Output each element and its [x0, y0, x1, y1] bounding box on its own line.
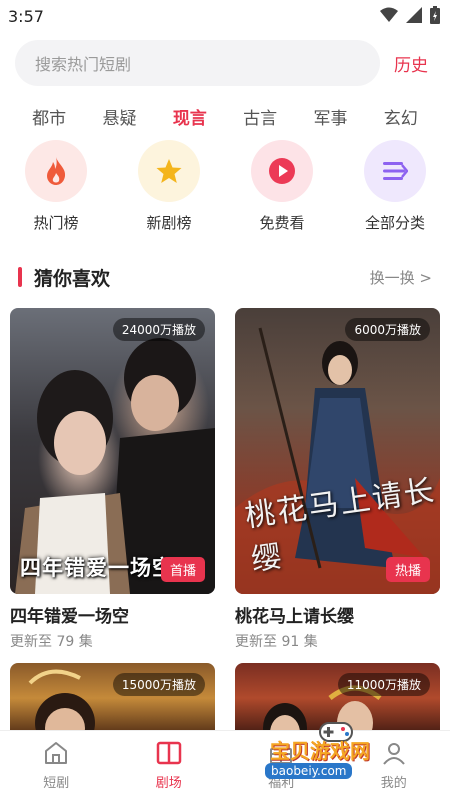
drama-card[interactable]: 24000万播放 四年错爱一场空 首播 四年错爱一场空 更新至 79 集	[10, 308, 215, 651]
watermark: 宝贝游戏网 baobeiy.com	[265, 722, 420, 785]
recommend-section-header: 猜你喜欢 换一换 >	[18, 262, 432, 292]
view-count: 11000万播放	[337, 673, 430, 696]
system-icons	[380, 6, 440, 24]
list-icon	[383, 162, 408, 180]
drama-title: 桃花马上请长缨	[235, 607, 354, 627]
view-count: 15000万播放	[112, 673, 205, 696]
signal-icon	[406, 7, 422, 23]
hot-rank-circle	[25, 140, 87, 202]
view-count: 24000万播放	[112, 318, 205, 341]
watermark-site: baobeiy.com	[265, 763, 353, 779]
drama-poster[interactable]: 6000万播放 桃花马上请长缨 热播	[235, 308, 440, 594]
drama-card[interactable]: 15000万播放	[10, 663, 215, 733]
episode-info: 更新至 91 集	[235, 634, 318, 650]
hot-rank-entry[interactable]: 热门榜	[11, 140, 101, 233]
free-watch-label: 免费看	[259, 214, 305, 232]
nav-item-theater[interactable]: 剧场	[113, 731, 226, 800]
tab-xuanyi[interactable]: 悬疑	[89, 104, 149, 129]
wifi-icon	[380, 7, 398, 22]
all-categories-entry[interactable]: 全部分类	[350, 140, 440, 233]
nav-label: 剧场	[155, 776, 182, 791]
nav-label: 短剧	[43, 776, 70, 791]
status-badge: 首播	[160, 557, 205, 582]
drama-poster[interactable]: 24000万播放 四年错爱一场空 首播	[10, 308, 215, 594]
drama-poster[interactable]: 15000万播放	[10, 663, 215, 733]
drama-card[interactable]: 6000万播放 桃花马上请长缨 热播 桃花马上请长缨 更新至 91 集	[235, 308, 440, 651]
status-bar: 3:57	[0, 0, 450, 32]
new-rank-entry[interactable]: 新剧榜	[124, 140, 214, 233]
all-categories-circle	[364, 140, 426, 202]
episode-info: 更新至 79 集	[10, 634, 93, 650]
flame-icon	[47, 157, 66, 185]
free-watch-entry[interactable]: 免费看	[237, 140, 327, 233]
home-icon	[45, 742, 68, 764]
section-title: 猜你喜欢	[34, 267, 111, 290]
tab-xuanhuan[interactable]: 玄幻	[371, 104, 431, 129]
view-count: 6000万播放	[345, 318, 430, 341]
quick-entries: 热门榜 新剧榜 免费看 全部分类	[0, 140, 450, 240]
drama-title: 四年错爱一场空	[10, 607, 129, 627]
nav-item-short-drama[interactable]: 短剧	[0, 731, 113, 800]
watermark-brand: 宝贝游戏网	[270, 739, 370, 763]
tab-guyan[interactable]: 古言	[230, 104, 290, 129]
free-watch-circle	[251, 140, 313, 202]
hot-rank-label: 热门榜	[33, 214, 79, 232]
refresh-button[interactable]: 换一换 >	[370, 267, 432, 288]
new-rank-circle	[138, 140, 200, 202]
category-tabs: 都市 悬疑 现言 古言 军事 玄幻	[0, 96, 450, 136]
star-icon	[156, 159, 182, 183]
search-row: 搜索热门短剧 历史	[15, 40, 440, 86]
status-badge: 热播	[385, 557, 430, 582]
theater-icon	[156, 741, 181, 765]
poster-title-text: 四年错爱一场空	[20, 556, 174, 580]
battery-icon	[430, 6, 440, 24]
history-button[interactable]: 历史	[394, 51, 428, 76]
tab-xianyan[interactable]: 现言	[160, 104, 220, 129]
all-categories-label: 全部分类	[364, 214, 425, 232]
section-accent-bar	[18, 267, 22, 287]
new-rank-label: 新剧榜	[146, 214, 192, 232]
search-placeholder: 搜索热门短剧	[35, 55, 132, 74]
tab-dushi[interactable]: 都市	[19, 104, 79, 129]
tab-junshi[interactable]: 军事	[300, 104, 360, 129]
search-input[interactable]: 搜索热门短剧	[15, 40, 380, 86]
play-icon	[269, 158, 295, 184]
status-time: 3:57	[8, 6, 44, 26]
